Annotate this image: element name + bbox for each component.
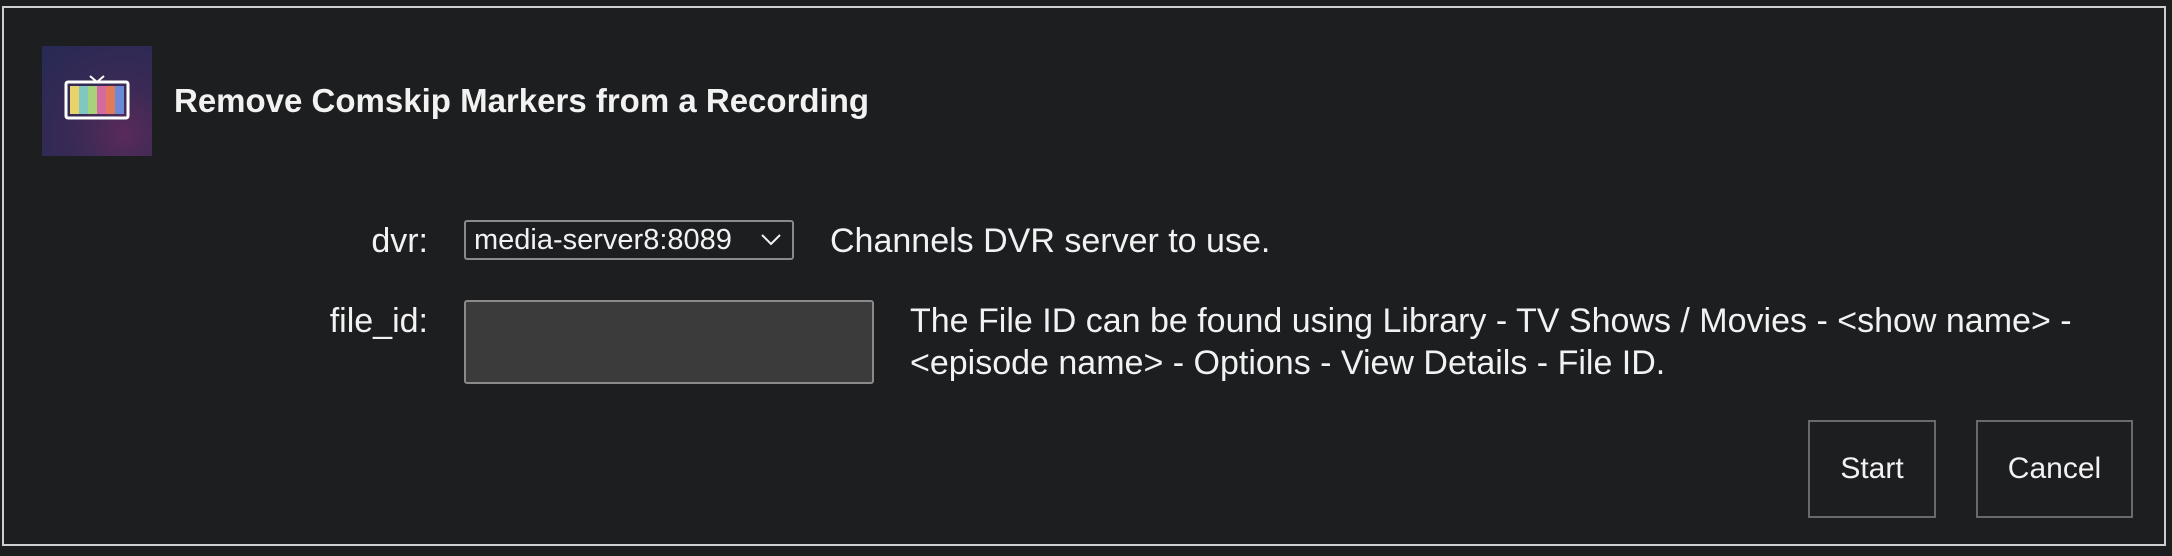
start-button[interactable]: Start <box>1808 420 1936 518</box>
cancel-button[interactable]: Cancel <box>1976 420 2133 518</box>
file-id-input[interactable] <box>464 300 874 384</box>
dialog-header: Remove Comskip Markers from a Recording <box>42 46 869 156</box>
dialog-title: Remove Comskip Markers from a Recording <box>174 82 870 119</box>
tv-icon <box>42 46 152 156</box>
file-id-label: file_id: <box>329 302 428 340</box>
dvr-select[interactable]: media-server8:8089 <box>464 220 794 260</box>
dialog-frame: Remove Comskip Markers from a Recording … <box>2 6 2166 546</box>
file-id-row: file_id: The File ID can be found using … <box>4 300 2090 384</box>
dvr-label: dvr: <box>371 222 428 260</box>
dvr-select-value: media-server8:8089 <box>474 223 732 256</box>
file-id-help-text: The File ID can be found using Library -… <box>910 302 2072 382</box>
dvr-help-text: Channels DVR server to use. <box>830 222 1271 260</box>
chevron-down-icon <box>761 234 781 246</box>
dvr-row: dvr: media-server8:8089 Channels DVR ser… <box>4 220 1270 262</box>
